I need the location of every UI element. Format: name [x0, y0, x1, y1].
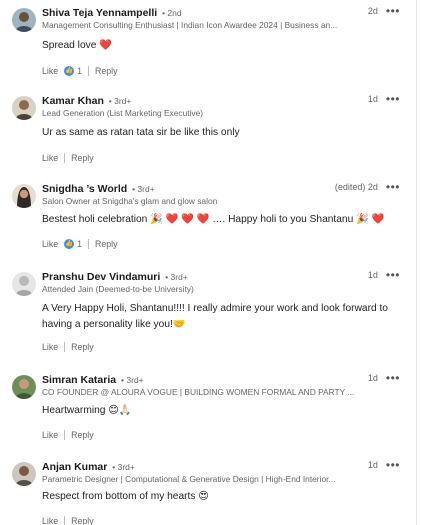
- avatar[interactable]: [12, 272, 36, 296]
- commenter-name[interactable]: Pranshu Dev Vindamuri: [42, 271, 160, 283]
- comment-text: Respect from bottom of my hearts 😍: [42, 491, 209, 502]
- comment-time: 2d: [367, 6, 378, 16]
- reply-button[interactable]: Reply: [71, 342, 94, 352]
- divider: [64, 342, 66, 352]
- divider: [64, 516, 66, 525]
- commenter-headline: Attended Jain (Deemed-to-be University): [42, 284, 194, 294]
- like-button[interactable]: Like: [42, 153, 58, 163]
- commenter-name[interactable]: Kamar Khan: [42, 95, 104, 107]
- avatar[interactable]: [12, 462, 36, 486]
- comment-item: Shiva Teja Yennampelli • 2nd Management …: [0, 4, 412, 84]
- more-horizontal-icon[interactable]: •••: [386, 181, 400, 193]
- comment-time: 1d: [367, 373, 378, 383]
- reply-button[interactable]: Reply: [71, 153, 94, 163]
- reaction-count[interactable]: 1: [77, 239, 82, 249]
- connection-degree: • 3rd+: [121, 375, 144, 385]
- comment-text: Bestest holi celebration 🎉 ❤️ ❤️ ❤️ …. H…: [42, 214, 385, 225]
- comment-time: 1d: [367, 94, 378, 104]
- comment-item: Anjan Kumar • 3rd+ Parametric Designer |…: [0, 458, 412, 525]
- reaction-count[interactable]: 1: [77, 66, 82, 76]
- commenter-headline: Salon Owner at Snigdha's glam and glow s…: [42, 196, 218, 206]
- divider: [88, 239, 90, 249]
- connection-degree: • 3rd+: [132, 184, 155, 194]
- commenter-name[interactable]: Snigdha ’s World: [42, 183, 127, 195]
- commenter-name[interactable]: Anjan Kumar: [42, 461, 107, 473]
- reply-button[interactable]: Reply: [95, 66, 118, 76]
- comment-text: Heartwarming 😊🙏🏻: [42, 405, 132, 416]
- scroll-divider: [416, 0, 417, 525]
- connection-degree: • 3rd+: [108, 96, 132, 106]
- like-button[interactable]: Like: [42, 342, 58, 352]
- comment-text: Ur as same as ratan tata sir be like thi…: [42, 127, 240, 138]
- avatar[interactable]: [12, 8, 36, 32]
- like-button[interactable]: Like: [42, 66, 58, 76]
- comment-text: A Very Happy Holi, Shantanu!!!! I really…: [42, 303, 388, 330]
- like-button[interactable]: Like: [42, 239, 58, 249]
- comment-item: Snigdha ’s World • 3rd+ Salon Owner at S…: [0, 180, 412, 260]
- divider: [64, 430, 66, 440]
- commenter-headline: Management Consulting Enthusiast | India…: [42, 20, 338, 30]
- more-horizontal-icon[interactable]: •••: [386, 93, 400, 105]
- avatar[interactable]: [12, 184, 36, 208]
- thumbs-up-icon: 👍: [64, 66, 75, 76]
- comment-item: Simran Kataria • 3rd+ CO FOUNDER @ ALOUR…: [0, 371, 412, 451]
- divider: [64, 153, 66, 163]
- reply-button[interactable]: Reply: [95, 239, 118, 249]
- reply-button[interactable]: Reply: [71, 430, 94, 440]
- comment-text: Spread love ❤️: [42, 40, 112, 51]
- commenter-headline: CO FOUNDER @ ALOURA VOGUE | BUILDING WOM…: [42, 387, 355, 397]
- comment-time: 1d: [367, 270, 378, 280]
- avatar[interactable]: [12, 96, 36, 120]
- comment-time: 1d: [367, 460, 378, 470]
- more-horizontal-icon[interactable]: •••: [386, 269, 400, 281]
- more-horizontal-icon[interactable]: •••: [386, 459, 400, 471]
- connection-degree: • 2nd: [162, 8, 182, 18]
- like-button[interactable]: Like: [42, 430, 58, 440]
- commenter-headline: Parametric Designer | Computational & Ge…: [42, 474, 336, 484]
- connection-degree: • 3rd+: [112, 462, 135, 472]
- commenter-name[interactable]: Simran Kataria: [42, 374, 116, 386]
- like-button[interactable]: Like: [42, 516, 58, 525]
- more-horizontal-icon[interactable]: •••: [386, 372, 400, 384]
- more-horizontal-icon[interactable]: •••: [386, 5, 400, 17]
- reply-button[interactable]: Reply: [71, 516, 94, 525]
- avatar[interactable]: [12, 375, 36, 399]
- divider: [88, 66, 90, 76]
- comment-item: Kamar Khan • 3rd+ Lead Generation (List …: [0, 92, 412, 172]
- comments-feed: Shiva Teja Yennampelli • 2nd Management …: [0, 0, 421, 525]
- commenter-name[interactable]: Shiva Teja Yennampelli: [42, 7, 157, 19]
- comment-time: (edited) 2d: [334, 182, 378, 192]
- connection-degree: • 3rd+: [165, 272, 188, 282]
- thumbs-up-icon: 👍: [64, 239, 75, 249]
- commenter-headline: Lead Generation (List Marketing Executiv…: [42, 108, 204, 118]
- comment-item: Pranshu Dev Vindamuri • 3rd+ Attended Ja…: [0, 268, 412, 358]
